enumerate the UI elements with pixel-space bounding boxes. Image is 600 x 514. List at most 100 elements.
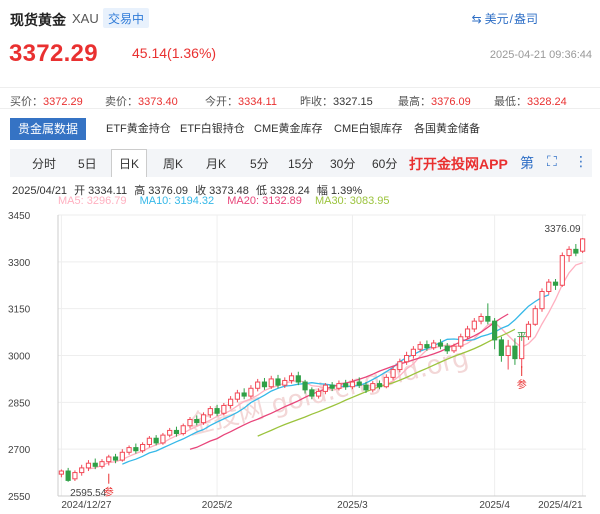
period-weekly[interactable]: 周K	[163, 155, 183, 172]
period-30min[interactable]: 30分	[330, 155, 355, 172]
quote-header: 现货黄金 XAU 交易中 ⇆ 美元/盎司	[0, 0, 600, 34]
period-monthly[interactable]: 月K	[206, 155, 226, 172]
candle-body	[390, 369, 396, 378]
currency-unit-toggle[interactable]: ⇆ 美元/盎司	[472, 10, 538, 27]
tab-cme-silver[interactable]: CME白银库存	[334, 118, 402, 140]
candle-body	[309, 389, 315, 397]
candle-body	[180, 425, 186, 435]
tab-etf-silver[interactable]: ETF白银持仓	[180, 118, 245, 140]
period-60min[interactable]: 60分	[372, 155, 397, 172]
candle-body	[255, 381, 261, 389]
candle-body	[458, 336, 464, 347]
candle-body	[417, 344, 423, 350]
candle-body	[214, 408, 220, 414]
currency-separator: /	[509, 12, 513, 26]
candle-body	[451, 345, 457, 352]
x-tick-label: 2025/2	[202, 500, 233, 511]
candle-body	[336, 383, 342, 389]
candle-body	[261, 381, 268, 388]
stat-prev-close: 昨收：3327.15	[300, 96, 373, 108]
x-tick-label: 2025/4	[479, 500, 510, 511]
candle-body	[444, 345, 450, 352]
tab-cme-gold[interactable]: CME黄金库存	[254, 118, 322, 140]
candle-body	[410, 348, 416, 356]
candle-body	[133, 447, 139, 452]
tab-precious-metals[interactable]: 贵金属数据	[10, 118, 87, 140]
candle-body	[580, 238, 586, 252]
candle-body	[72, 472, 78, 480]
drawing-tool-icon[interactable]: 第	[520, 153, 534, 173]
candle-body	[383, 376, 389, 388]
fullscreen-icon[interactable]: ⛶	[547, 153, 557, 170]
candle-body	[329, 384, 335, 389]
candle-body	[119, 451, 125, 461]
candle-body	[275, 378, 281, 386]
candle-body	[173, 429, 180, 435]
low-price-label: 2595.54	[70, 488, 107, 499]
candle-body	[79, 467, 85, 474]
quote-timestamp: 2025-04-21 09:36:44	[489, 49, 592, 61]
flat-marker: 平	[517, 332, 527, 343]
stat-ask: 卖价：3373.40	[105, 96, 178, 108]
candle-body	[464, 328, 471, 338]
currency-label: 美元	[484, 12, 509, 26]
y-tick-label: 3300	[8, 258, 31, 269]
candlestick-chart[interactable]: 2550 2700 2850 3000 3150 3300 3450 2024/12/27 20…	[0, 205, 600, 514]
period-daily[interactable]: 日K	[111, 149, 147, 177]
candle-body	[532, 308, 538, 325]
instrument-symbol: XAU	[72, 11, 99, 26]
candle-body	[99, 461, 105, 467]
price-change: 45.14(1.36%)	[132, 45, 217, 61]
y-tick-label: 2550	[8, 492, 31, 503]
chart-toolbar: 分时 5日 日K 周K 月K 5分 15分 30分 60分 打开金投网APP 第…	[10, 149, 592, 177]
candle-body	[58, 470, 64, 475]
candle-body	[153, 437, 159, 444]
candle-body	[552, 281, 559, 286]
candle-body	[546, 281, 552, 292]
candle-body	[431, 342, 437, 349]
candle-body	[234, 392, 240, 400]
x-tick-label: 2025/3	[337, 500, 368, 511]
high-price-label: 3376.09	[544, 224, 581, 235]
candle-body	[248, 387, 254, 397]
candle-body	[559, 255, 565, 286]
candle-body	[471, 320, 477, 330]
y-tick-label: 2850	[8, 398, 31, 409]
tab-gold-reserves[interactable]: 各国黄金储备	[414, 118, 480, 140]
candle-body	[424, 344, 430, 349]
candle-body	[397, 361, 403, 371]
candle-body	[573, 248, 579, 254]
candle-body	[302, 381, 308, 391]
reference-marker: 参	[517, 378, 527, 391]
open-app-link[interactable]: 打开金投网APP	[409, 154, 508, 174]
candle-body	[498, 339, 504, 356]
y-tick-label: 3000	[8, 352, 31, 363]
candle-body	[228, 398, 234, 406]
more-options-icon[interactable]: ⋮	[574, 153, 588, 170]
candle-body	[343, 383, 349, 388]
reference-marker: 参	[104, 486, 114, 499]
candle-body	[106, 456, 112, 463]
period-5min[interactable]: 5分	[250, 155, 269, 172]
candle-body	[282, 379, 288, 386]
candle-body	[112, 456, 119, 461]
instrument-title: 现货黄金	[10, 12, 66, 28]
candle-body	[200, 414, 207, 424]
candle-body	[85, 462, 92, 469]
candle-body	[207, 408, 213, 416]
candle-body	[268, 378, 274, 388]
period-intraday[interactable]: 分时	[32, 155, 56, 172]
period-15min[interactable]: 15分	[288, 155, 313, 172]
stat-low: 最低：3328.24	[494, 96, 567, 108]
candle-body	[146, 437, 152, 445]
tab-etf-gold[interactable]: ETF黄金持仓	[106, 118, 171, 140]
candle-body	[525, 323, 532, 338]
candle-body	[356, 381, 362, 386]
last-price: 3372.29	[9, 40, 98, 67]
quote-stats-row: 买价：3372.29 卖价：3373.40 今开：3334.11 昨收：3327…	[0, 87, 600, 109]
candle-body	[241, 392, 247, 397]
period-5day[interactable]: 5日	[78, 155, 97, 172]
y-tick-label: 3450	[8, 211, 31, 222]
swap-icon: ⇆	[471, 12, 482, 26]
candle-body	[363, 384, 369, 391]
